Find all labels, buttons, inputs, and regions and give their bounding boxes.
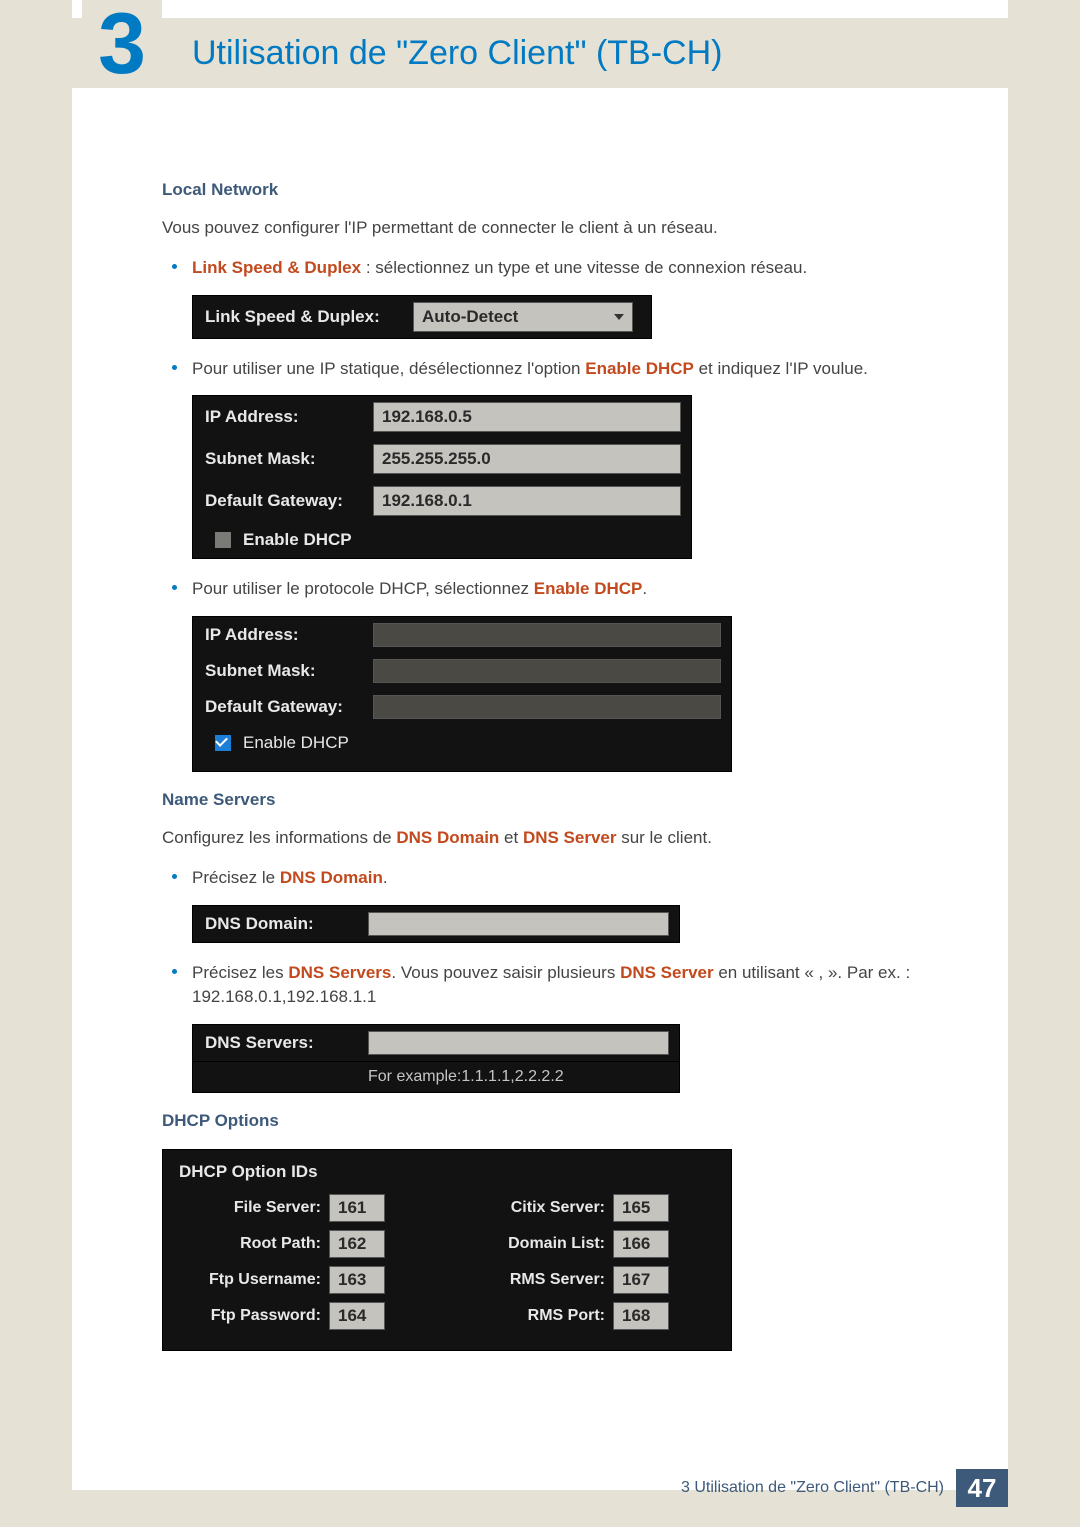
dns-servers-input[interactable] (368, 1031, 669, 1055)
rms-port-label: RMS Port: (463, 1305, 613, 1327)
file-server-input[interactable]: 161 (329, 1194, 385, 1222)
enable-dhcp-label-2: Enable DHCP (241, 731, 411, 755)
ip-address-input[interactable]: 192.168.0.5 (373, 402, 681, 432)
dhcp-ip-input (373, 623, 721, 647)
dns-domain-input[interactable] (368, 912, 669, 936)
bullet-dhcp: Pour utiliser le protocole DHCP, sélecti… (162, 577, 982, 602)
dns-servers-panel: DNS Servers: (192, 1024, 680, 1062)
chapter-number: 3 (82, 0, 162, 88)
dhcp-mask-label: Subnet Mask: (203, 659, 373, 683)
enable-dhcp-checkbox-checked[interactable] (215, 735, 231, 751)
link-speed-term: Link Speed & Duplex (192, 258, 361, 277)
default-gateway-input[interactable]: 192.168.0.1 (373, 486, 681, 516)
ftp-password-input[interactable]: 164 (329, 1302, 385, 1330)
ftp-password-label: Ftp Password: (179, 1305, 329, 1327)
rms-server-input[interactable]: 167 (613, 1266, 669, 1294)
chevron-down-icon (614, 314, 624, 320)
static-ip-panel: IP Address: 192.168.0.5 Subnet Mask: 255… (192, 395, 692, 559)
dhcp-options-panel: DHCP Option IDs File Server:161 Root Pat… (162, 1149, 732, 1351)
bullet-static-ip: Pour utiliser une IP statique, désélecti… (162, 357, 982, 382)
dhcp-right-column: Citix Server:165 Domain List:166 RMS Ser… (447, 1190, 731, 1334)
bullet-link-speed: Link Speed & Duplex : sélectionnez un ty… (162, 256, 982, 281)
link-speed-label: Link Speed & Duplex: (203, 305, 413, 329)
rms-server-label: RMS Server: (463, 1269, 613, 1291)
link-speed-panel: Link Speed & Duplex: Auto-Detect (192, 295, 652, 339)
domain-list-input[interactable]: 166 (613, 1230, 669, 1258)
file-server-label: File Server: (179, 1197, 329, 1219)
link-speed-value: Auto-Detect (422, 307, 518, 327)
dhcp-gw-label: Default Gateway: (203, 695, 373, 719)
domain-list-label: Domain List: (463, 1233, 613, 1255)
enable-dhcp-term: Enable DHCP (585, 359, 694, 378)
citix-server-input[interactable]: 165 (613, 1194, 669, 1222)
rms-port-input[interactable]: 168 (613, 1302, 669, 1330)
root-path-input[interactable]: 162 (329, 1230, 385, 1258)
local-network-intro: Vous pouvez configurer l'IP permettant d… (162, 218, 982, 238)
local-network-heading: Local Network (162, 180, 982, 200)
subnet-mask-input[interactable]: 255.255.255.0 (373, 444, 681, 474)
enable-dhcp-label: Enable DHCP (241, 528, 411, 552)
dhcp-options-heading: DHCP Options (162, 1111, 982, 1131)
name-servers-intro: Configurez les informations de DNS Domai… (162, 828, 982, 848)
footer-title: 3 Utilisation de "Zero Client" (TB-CH) (681, 1479, 944, 1497)
chapter-header: 3 Utilisation de "Zero Client" (TB-CH) (72, 18, 1008, 88)
dns-servers-example: For example:1.1.1.1,2.2.2.2 (192, 1062, 680, 1093)
root-path-label: Root Path: (179, 1233, 329, 1255)
enable-dhcp-checkbox[interactable] (215, 532, 231, 548)
page: 3 Utilisation de "Zero Client" (TB-CH) L… (72, 0, 1008, 1490)
dhcp-mask-input (373, 659, 721, 683)
page-footer: 3 Utilisation de "Zero Client" (TB-CH) 4… (72, 1469, 1008, 1507)
chapter-title: Utilisation de "Zero Client" (TB-CH) (192, 34, 723, 73)
dns-servers-label: DNS Servers: (203, 1031, 368, 1055)
ip-address-label: IP Address: (203, 405, 373, 429)
content: Local Network Vous pouvez configurer l'I… (162, 180, 982, 1369)
page-number: 47 (956, 1469, 1008, 1507)
ftp-username-label: Ftp Username: (179, 1269, 329, 1291)
dhcp-left-column: File Server:161 Root Path:162 Ftp Userna… (163, 1190, 447, 1334)
bullet-dns-servers: Précisez les DNS Servers. Vous pouvez sa… (162, 961, 982, 1010)
dhcp-gw-input (373, 695, 721, 719)
bullet-dns-domain: Précisez le DNS Domain. (162, 866, 982, 891)
link-speed-dropdown[interactable]: Auto-Detect (413, 302, 633, 332)
dhcp-option-ids-title: DHCP Option IDs (163, 1158, 731, 1190)
dns-domain-label: DNS Domain: (203, 912, 368, 936)
name-servers-heading: Name Servers (162, 790, 982, 810)
citix-server-label: Citix Server: (463, 1197, 613, 1219)
dns-domain-panel: DNS Domain: (192, 905, 680, 943)
subnet-mask-label: Subnet Mask: (203, 447, 373, 471)
enable-dhcp-term-2: Enable DHCP (534, 579, 643, 598)
default-gateway-label: Default Gateway: (203, 489, 373, 513)
ftp-username-input[interactable]: 163 (329, 1266, 385, 1294)
dhcp-ip-label: IP Address: (203, 623, 373, 647)
dhcp-ip-panel: IP Address: Subnet Mask: Default Gateway… (192, 616, 732, 772)
